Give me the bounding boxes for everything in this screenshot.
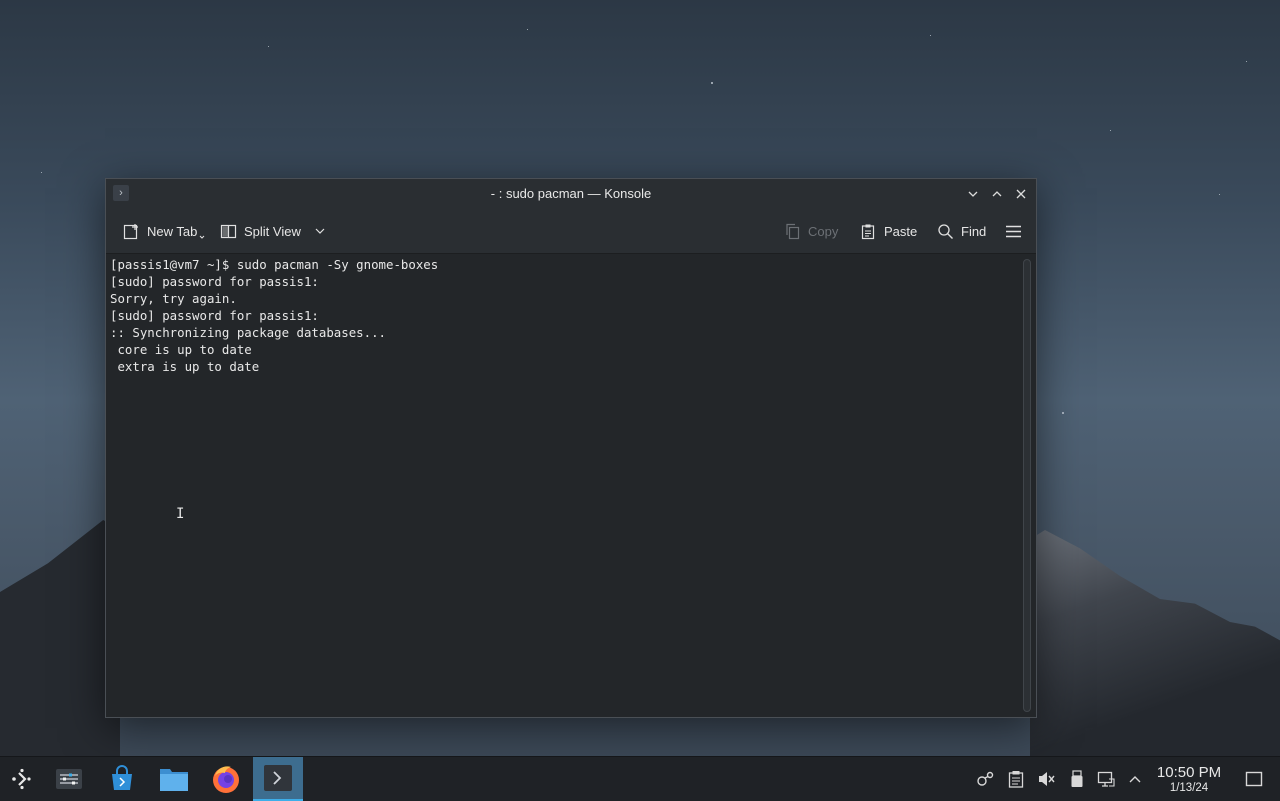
clock-time: 10:50 PM	[1156, 764, 1222, 781]
application-launcher-button[interactable]	[4, 761, 40, 797]
paste-icon	[861, 224, 875, 239]
terminal-line: [sudo] password for passis1:	[110, 274, 319, 289]
discover-store-launcher[interactable]	[104, 761, 140, 797]
konsole-window: › - : sudo pacman — Konsole New Tab Spli…	[105, 178, 1037, 718]
split-view-icon	[220, 224, 237, 238]
network-icon	[977, 771, 994, 786]
terminal-line: [sudo] password for passis1:	[110, 308, 319, 323]
paste-button[interactable]: Paste	[860, 220, 917, 242]
hamburger-menu-icon	[1006, 225, 1021, 237]
split-view-button[interactable]: Split View	[220, 220, 326, 242]
taskbar: 10:50 PM 1/13/24	[0, 756, 1280, 801]
digital-clock[interactable]: 10:50 PM 1/13/24	[1148, 764, 1230, 795]
firefox-icon	[213, 766, 239, 793]
show-desktop-button[interactable]	[1245, 770, 1263, 788]
window-titlebar[interactable]: › - : sudo pacman — Konsole	[106, 179, 1036, 209]
display-icon	[1097, 771, 1115, 787]
wallpaper-mountain-right	[1030, 530, 1280, 760]
clipboard-tray-button[interactable]	[1007, 770, 1025, 788]
system-settings-launcher[interactable]	[51, 761, 87, 797]
terminal-scrollbar[interactable]	[1023, 259, 1031, 712]
terminal-line: :: Synchronizing package databases...	[110, 325, 387, 340]
discover-store-icon	[112, 765, 132, 790]
network-tray-button[interactable]	[977, 770, 995, 788]
show-hidden-icons-button[interactable]	[1126, 770, 1144, 788]
display-tray-button[interactable]	[1097, 770, 1115, 788]
window-controls	[964, 185, 1030, 203]
terminal-output: [passis1@vm7 ~]$ sudo pacman -Sy gnome-b…	[110, 256, 438, 375]
chevron-up-icon	[1129, 776, 1141, 783]
volume-muted-icon	[1039, 772, 1055, 786]
find-label: Find	[961, 223, 987, 239]
paste-label: Paste	[884, 223, 918, 239]
copy-icon	[786, 223, 800, 239]
find-button[interactable]: Find	[937, 220, 986, 242]
usb-device-tray-button[interactable]	[1068, 770, 1086, 788]
terminal-line: Sorry, try again.	[110, 291, 237, 306]
close-icon	[1016, 189, 1026, 199]
close-button[interactable]	[1012, 185, 1030, 203]
chevron-down-icon	[968, 191, 978, 197]
new-tab-label: New Tab	[147, 223, 198, 239]
application-launcher-icon	[12, 768, 31, 790]
copy-button[interactable]: Copy	[784, 220, 838, 242]
clipboard-icon	[1008, 771, 1024, 788]
new-tab-button[interactable]: New Tab	[123, 220, 205, 242]
split-view-label: Split View	[244, 223, 301, 239]
new-tab-icon	[123, 223, 138, 239]
konsole-taskbar-entry[interactable]	[253, 757, 303, 801]
search-icon	[938, 223, 953, 239]
hamburger-menu-button[interactable]	[1005, 220, 1022, 242]
volume-tray-button[interactable]	[1037, 770, 1055, 788]
chevron-down-icon	[315, 228, 325, 234]
clock-date: 1/13/24	[1169, 782, 1209, 794]
terminal-line: extra is up to date	[110, 359, 260, 374]
system-settings-icon	[56, 769, 82, 789]
chevron-up-icon	[992, 191, 1002, 197]
dropdown-indicator-icon	[199, 235, 205, 239]
copy-label: Copy	[808, 223, 839, 239]
window-title: - : sudo pacman — Konsole	[490, 186, 652, 201]
usb-device-icon	[1071, 770, 1083, 787]
text-cursor-icon: I	[176, 506, 185, 522]
maximize-button[interactable]	[988, 185, 1006, 203]
wallpaper-mountain-left	[0, 520, 120, 760]
terminal-area[interactable]: [passis1@vm7 ~]$ sudo pacman -Sy gnome-b…	[106, 254, 1036, 717]
firefox-launcher[interactable]	[208, 761, 244, 797]
konsole-icon	[264, 765, 292, 791]
file-manager-icon	[160, 769, 188, 791]
minimize-button[interactable]	[964, 185, 982, 203]
konsole-toolbar: New Tab Split View Copy Paste Find	[106, 209, 1036, 254]
file-manager-launcher[interactable]	[156, 761, 192, 797]
terminal-line: core is up to date	[110, 342, 252, 357]
terminal-line: [passis1@vm7 ~]$ sudo pacman -Sy gnome-b…	[110, 257, 439, 272]
show-desktop-icon	[1245, 771, 1263, 787]
